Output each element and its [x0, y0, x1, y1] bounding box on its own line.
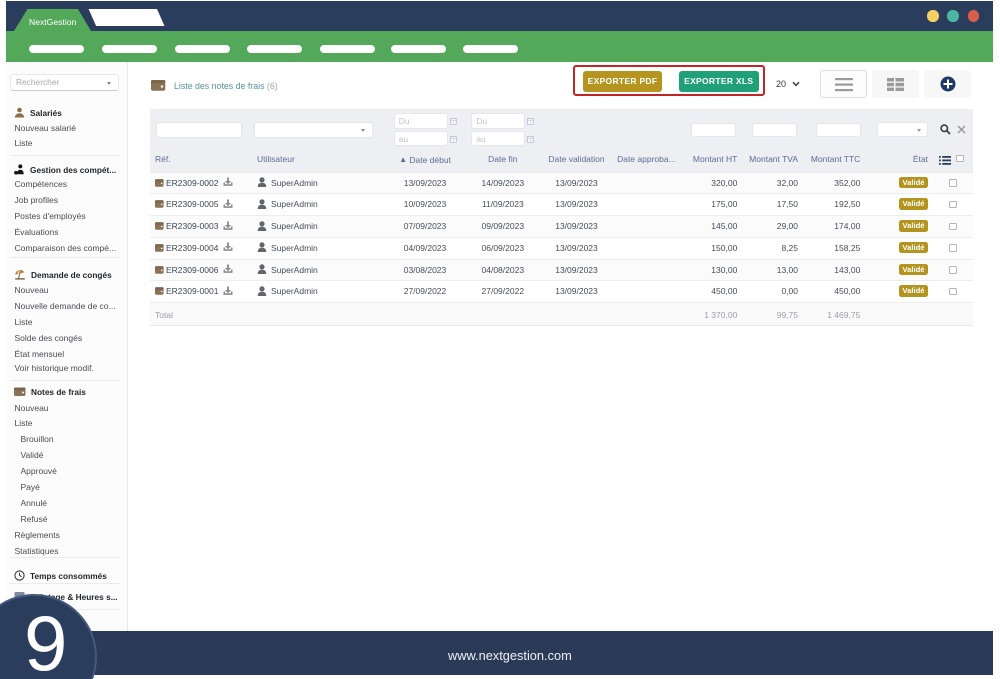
- svg-text:NextGestion: NextGestion: [29, 17, 77, 27]
